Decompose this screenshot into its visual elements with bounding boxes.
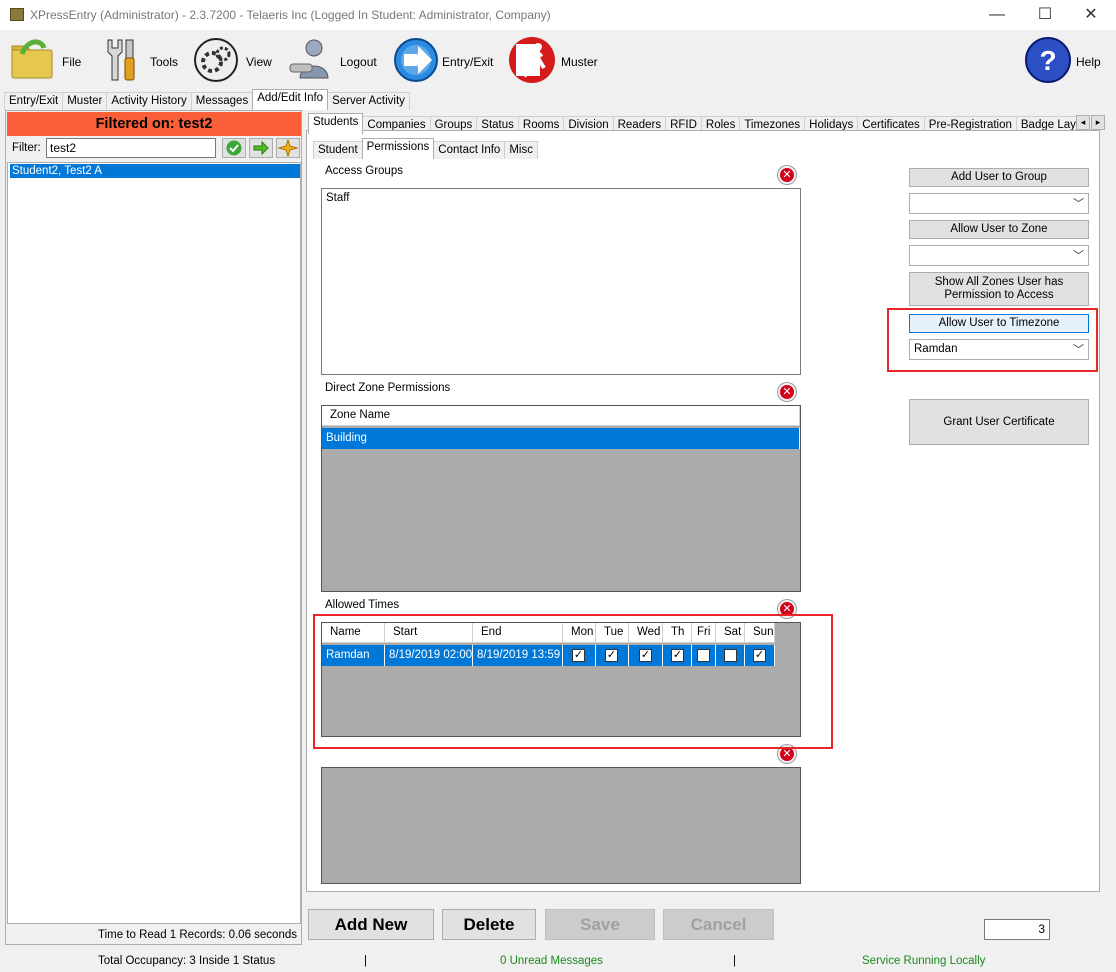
muster-button[interactable]: Muster [508,34,604,86]
apply-filter-button[interactable] [222,138,246,158]
tab-entry-exit[interactable]: Entry/Exit [4,92,64,110]
tab-student[interactable]: Student [313,141,363,159]
minimize-button[interactable]: — [982,4,1012,26]
tab-scroll-left-button[interactable]: ◂ [1076,115,1090,130]
entry-exit-arrow-icon [394,38,438,82]
tab-add-edit-info[interactable]: Add/Edit Info [252,89,329,110]
allow-user-to-zone-button[interactable]: Allow User to Zone [909,220,1089,239]
add-user-to-group-button[interactable]: Add User to Group [909,168,1089,187]
logout-button[interactable]: Logout [286,34,382,86]
user-logout-icon [289,39,329,79]
remove-access-group-button[interactable]: ✕ [778,166,796,184]
help-label: Help [1076,55,1101,69]
window-title: XPressEntry (Administrator) - 2.3.7200 -… [30,8,551,22]
muster-label: Muster [561,55,598,69]
delete-button[interactable]: Delete [442,909,536,940]
emergency-exit-icon [509,37,555,83]
x-circle-icon: ✕ [782,748,792,760]
read-time-status: Time to Read 1 Records: 0.06 seconds [97,929,297,941]
record-count-field[interactable]: 3 [984,919,1050,940]
svg-text:?: ? [1039,45,1056,76]
app-icon [10,8,24,21]
maximize-button[interactable]: ☐ [1030,4,1060,26]
direct-zone-label: Direct Zone Permissions [325,382,451,394]
view-label: View [246,55,272,69]
group-select[interactable]: ﹀ [909,193,1089,214]
chevron-down-icon: ﹀ [1073,198,1084,210]
access-groups-list[interactable]: Staff [321,188,801,375]
grant-user-certificate-button[interactable]: Grant User Certificate [909,399,1089,445]
tools-button[interactable]: Tools [98,34,182,86]
cancel-button[interactable]: Cancel [663,909,774,940]
show-all-zones-button[interactable]: Show All Zones User has Permission to Ac… [909,272,1089,306]
zone-select[interactable]: ﹀ [909,245,1089,266]
list-item[interactable]: Staff [326,192,349,204]
timezone-highlight-box [887,308,1098,372]
allowed-times-label: Allowed Times [325,599,400,611]
entry-exit-label: Entry/Exit [442,55,494,69]
view-button[interactable]: View [192,34,274,86]
tab-muster[interactable]: Muster [62,92,108,110]
list-item[interactable]: Student2, Test2 A [10,164,300,178]
unread-messages-status[interactable]: 0 Unread Messages [500,955,603,967]
tab-students[interactable]: Students [308,113,364,134]
filter-status-banner: Filtered on: test2 [7,112,301,136]
zone-permissions-grid[interactable]: Zone Name Building [321,405,801,592]
sparkle-clear-icon [277,138,299,158]
save-button[interactable]: Save [545,909,655,940]
student-detail-panel: Student Permissions Contact Info Misc Ac… [306,130,1100,892]
access-groups-label: Access Groups [325,165,403,177]
logout-label: Logout [340,55,377,69]
table-row[interactable]: Building [322,428,800,449]
tab-misc[interactable]: Misc [504,141,538,159]
tab-messages[interactable]: Messages [190,92,254,110]
gear-icon [194,38,238,82]
add-new-button[interactable]: Add New [308,909,434,940]
tools-label: Tools [150,55,179,69]
clear-filter-button[interactable] [276,138,300,158]
chevron-down-icon: ﹀ [1073,250,1084,262]
remove-zone-button[interactable]: ✕ [778,383,796,401]
tab-permissions[interactable]: Permissions [361,138,435,159]
filter-label: Filter: [12,142,41,154]
tab-activity-history[interactable]: Activity History [106,92,192,110]
service-status: Service Running Locally [862,955,986,967]
green-arrow-icon [253,140,269,156]
tab-server-activity[interactable]: Server Activity [327,92,410,110]
x-circle-icon: ✕ [782,386,792,398]
student-list[interactable]: Student2, Test2 A [7,162,301,924]
main-tab-bar: Entry/Exit Muster Activity History Messa… [4,89,410,110]
student-sub-tab-bar: Student Permissions Contact Info Misc [313,138,538,159]
main-toolbar: File Tools View Logout Entry/Exit Muster… [0,30,1116,90]
tab-contact-info[interactable]: Contact Info [433,141,506,159]
tools-icon [107,39,135,81]
close-button[interactable]: ✕ [1076,4,1106,26]
entry-exit-button[interactable]: Entry/Exit [392,34,500,86]
help-icon: ? [1025,37,1071,83]
help-button[interactable]: ? Help [1024,34,1106,86]
student-filter-panel: Filtered on: test2 Filter: Student2, Tes… [5,110,302,945]
status-separator: | [733,955,736,967]
file-label: File [62,55,82,69]
folder-icon [11,39,53,79]
allowed-times-highlight-box [313,614,833,749]
tab-scroll-right-button[interactable]: ▸ [1091,115,1105,130]
file-button[interactable]: File [8,34,88,86]
certificates-grid[interactable] [321,767,801,884]
occupancy-status: Total Occupancy: 3 Inside 1 Status [98,955,276,967]
check-circle-icon [226,140,242,156]
x-circle-icon: ✕ [782,169,792,181]
next-record-button[interactable] [249,138,273,158]
status-separator: | [364,955,367,967]
status-bar: Total Occupancy: 3 Inside 1 Status | 0 U… [0,952,1116,972]
zone-name-header[interactable]: Zone Name [322,406,800,426]
title-bar: XPressEntry (Administrator) - 2.3.7200 -… [0,0,1116,30]
filter-input[interactable] [46,138,216,158]
